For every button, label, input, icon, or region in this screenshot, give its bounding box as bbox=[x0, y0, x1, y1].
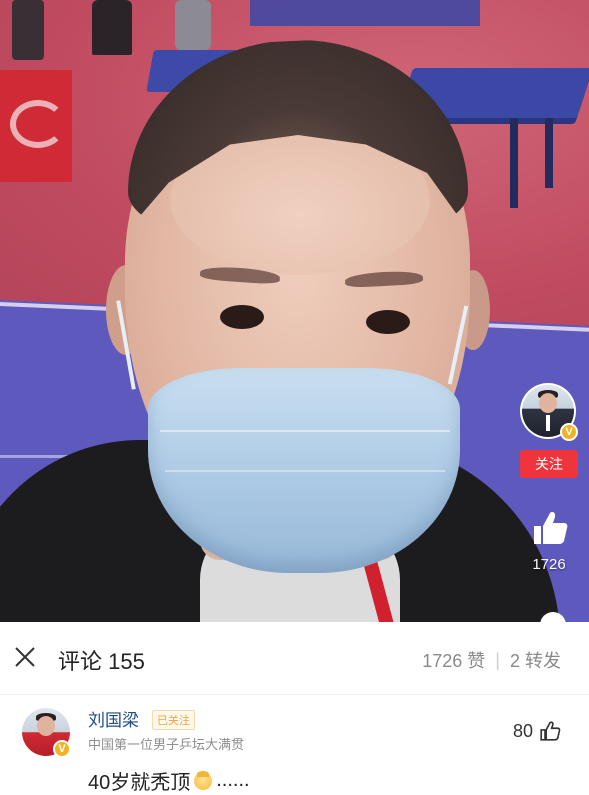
avatar-face bbox=[539, 393, 557, 413]
comment-like-button[interactable]: 80 bbox=[513, 720, 561, 742]
post-stats: 1726 赞 | 2 转发 bbox=[422, 647, 561, 673]
sign-mark bbox=[10, 100, 66, 148]
comment-item: V 刘国梁 已关注 中国第一位男子乒坛大满贯 80 40岁就秃顶 ...... bbox=[0, 702, 589, 795]
verified-badge-icon: V bbox=[560, 423, 578, 441]
eye-left bbox=[220, 305, 264, 329]
mask-fold bbox=[160, 430, 450, 432]
comments-header: 评论 155 1726 赞 | 2 转发 bbox=[0, 622, 589, 695]
verified-badge-icon: V bbox=[53, 740, 71, 758]
thumbs-up-icon bbox=[540, 721, 561, 741]
background-person bbox=[12, 0, 44, 60]
stats-separator: | bbox=[495, 649, 500, 670]
commenter-name[interactable]: 刘国梁 bbox=[88, 706, 139, 731]
reposts-stat[interactable]: 2 转发 bbox=[510, 647, 561, 673]
video-like-count: 1726 bbox=[532, 556, 566, 573]
avatar-tie bbox=[546, 415, 550, 431]
thumbs-up-icon[interactable] bbox=[530, 508, 570, 548]
comment-text: 40岁就秃顶 ...... bbox=[88, 766, 250, 795]
background-person bbox=[92, 0, 132, 55]
comment-like-count: 80 bbox=[512, 720, 533, 741]
follow-button[interactable]: 关注 bbox=[520, 450, 578, 478]
followed-tag: 已关注 bbox=[152, 710, 195, 730]
table-background-top bbox=[250, 0, 480, 26]
bald-head-emoji bbox=[194, 770, 213, 790]
likes-stat[interactable]: 1726 赞 bbox=[422, 647, 485, 673]
eye-right bbox=[366, 310, 410, 334]
comments-title: 评论 155 bbox=[58, 649, 145, 674]
comment-text-ellipsis: ...... bbox=[216, 769, 250, 791]
red-sign bbox=[0, 70, 72, 182]
close-icon[interactable] bbox=[14, 646, 36, 668]
comment-text-main: 40岁就秃顶 bbox=[88, 772, 191, 794]
table-leg bbox=[510, 118, 518, 208]
creator-avatar[interactable]: V bbox=[520, 383, 578, 441]
comments-panel: 评论 155 1726 赞 | 2 转发 V 刘国梁 已关注 中国第一位男子乒坛… bbox=[0, 622, 589, 795]
commenter-description: 中国第一位男子乒坛大满贯 bbox=[88, 737, 245, 752]
table-leg bbox=[545, 118, 553, 188]
avatar-face bbox=[37, 716, 55, 736]
video-player[interactable] bbox=[0, 0, 589, 622]
mask-fold bbox=[165, 470, 445, 472]
background-person bbox=[175, 0, 211, 50]
